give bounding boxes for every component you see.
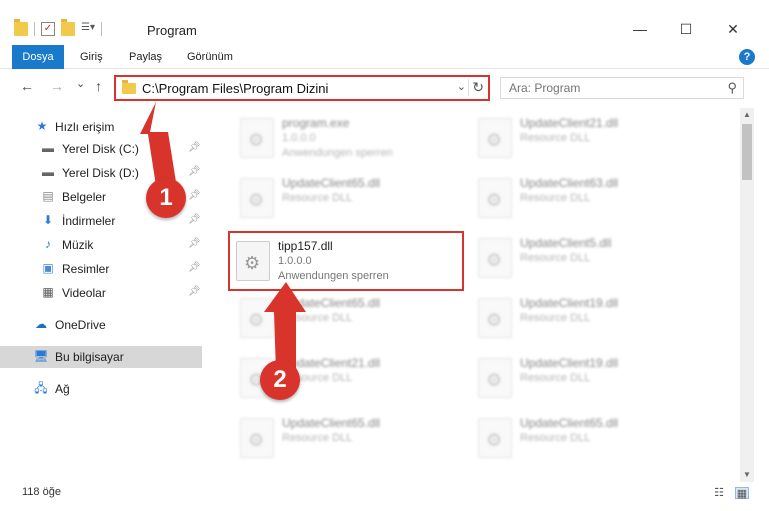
tiles-view-icon[interactable]: ▦ bbox=[735, 487, 749, 500]
step-2-badge: 2 bbox=[260, 360, 300, 400]
status-bar: 118 öğe ☷ ▦ bbox=[0, 484, 769, 511]
annotation-arrows bbox=[140, 102, 306, 372]
item-count: 118 öğe bbox=[22, 486, 61, 498]
arrow-2 bbox=[264, 282, 306, 372]
arrow-1 bbox=[140, 102, 180, 186]
details-view-icon[interactable]: ☷ bbox=[712, 487, 726, 499]
step-1-badge: 1 bbox=[146, 178, 186, 218]
